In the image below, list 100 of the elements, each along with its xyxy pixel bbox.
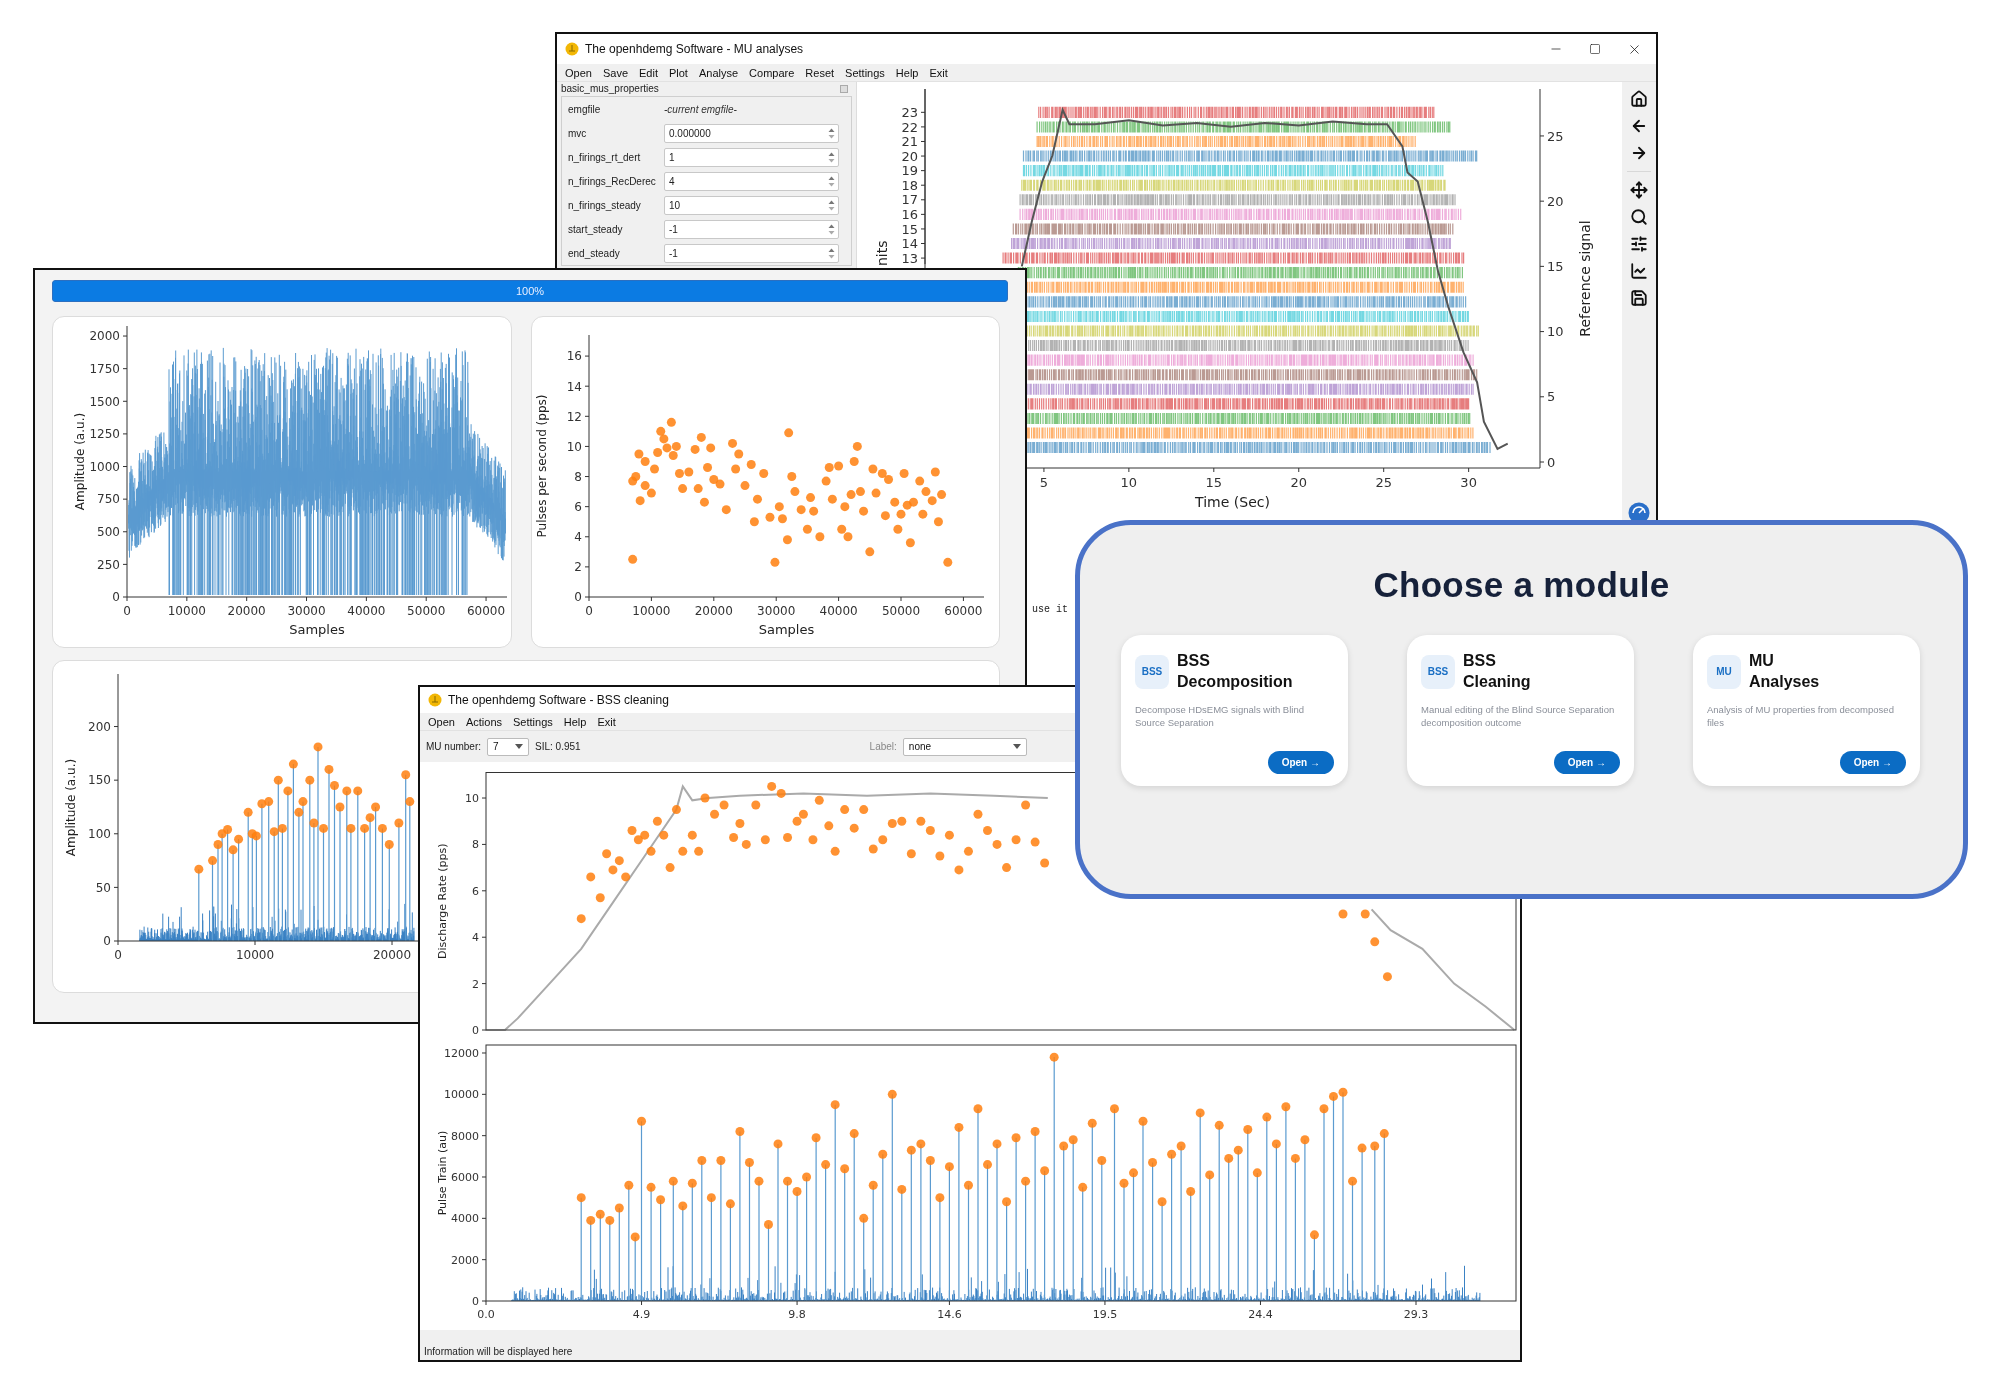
tick-label: 10000 [167, 604, 206, 618]
menu-item[interactable]: Settings [845, 66, 885, 79]
tick-label: 40000 [347, 604, 386, 618]
open-button[interactable]: Open → [1267, 751, 1334, 774]
spin-box[interactable]: 0.000000 [664, 123, 839, 143]
field-label: Label: [869, 741, 897, 752]
spin-box[interactable]: -1 [664, 243, 839, 263]
window-title: The openhdemg Software - MU analyses [585, 42, 804, 56]
tick-label: 22 [901, 119, 918, 135]
console-text: use it [1032, 604, 1068, 615]
axis-title: Amplitude (a.u.) [72, 412, 87, 511]
menu-item[interactable]: Exit [597, 715, 616, 728]
tick-label: 14.6 [937, 1308, 962, 1321]
field-label: mvc [568, 127, 588, 139]
label-dropdown[interactable]: none [902, 737, 1027, 756]
menu-item[interactable]: Analyse [698, 66, 739, 79]
tick-label: 2 [574, 560, 582, 575]
tick-label: 5 [1039, 475, 1049, 490]
tick-label: 10 [1120, 475, 1138, 490]
menu-item[interactable]: Settings [513, 715, 553, 728]
menu-item[interactable]: Help [895, 66, 919, 79]
field-label: n_firings_rt_dert [568, 151, 642, 163]
window-title: The openhdemg Software - BSS cleaning [448, 693, 669, 707]
tick-label: 29.3 [1403, 1308, 1429, 1321]
tick-label: 13 [901, 250, 918, 266]
tick-label: 4000 [451, 1212, 479, 1226]
axis-title: Pulse Train (au) [436, 1130, 450, 1216]
tick-label: 15 [901, 221, 918, 237]
menu-item[interactable]: Actions [465, 715, 502, 728]
tick-label: 30 [1460, 475, 1477, 490]
panel-title: basic_mus_properties [561, 83, 659, 94]
spin-box[interactable]: 4 [664, 171, 839, 191]
tick-label: 10000 [632, 604, 671, 618]
menu-item[interactable]: Reset [805, 66, 835, 79]
menu-item[interactable]: Plot [668, 66, 688, 79]
card-title: BSS Cleaning [1463, 651, 1531, 692]
open-button[interactable]: Open → [1553, 751, 1620, 774]
tick-label: 0 [472, 1294, 479, 1308]
card-title: BSS Decomposition [1177, 651, 1293, 692]
field-value: -current emgfile- [664, 103, 738, 115]
tick-label: 6 [472, 884, 479, 898]
tick-label: 0 [1547, 454, 1556, 470]
status-text: Information will be displayed here [424, 1346, 573, 1357]
module-badge: BSS [1135, 654, 1169, 689]
tick-label: 10 [566, 439, 582, 454]
tick-label: 4 [574, 530, 582, 545]
menu-item[interactable]: Edit [639, 66, 658, 79]
tick-label: 16 [566, 349, 582, 364]
tick-label: 8 [472, 838, 479, 852]
tick-label: 21 [901, 134, 918, 150]
tick-label: 20000 [227, 604, 266, 618]
tick-label: 1250 [89, 427, 120, 442]
mu-number-dropdown[interactable]: 7 [487, 737, 529, 756]
axis-title: Samples [289, 622, 345, 638]
tick-label: 20 [1290, 475, 1308, 490]
menu-item[interactable]: Save [602, 66, 628, 79]
tick-label: 150 [88, 773, 111, 788]
field-label: end_steady [568, 247, 621, 259]
card-description: Manual editing of the Blind Source Separation decomposition outcome [1421, 702, 1616, 731]
tick-label: 20000 [372, 948, 412, 962]
menu-item[interactable]: Exit [929, 66, 948, 79]
sil-value: SIL: 0.951 [535, 741, 581, 752]
card-title: MU Analyses [1749, 651, 1820, 692]
tick-label: 0.0 [477, 1308, 495, 1321]
field-label: emgfile [568, 103, 602, 115]
tick-label: 23 [901, 105, 918, 120]
tick-label: 1750 [89, 362, 120, 376]
menu-item[interactable]: Open [565, 66, 592, 79]
tick-label: 50 [95, 880, 111, 895]
tick-label: 10 [465, 792, 479, 805]
field-label: MU number: [426, 741, 481, 752]
tick-label: 0 [574, 590, 582, 605]
tick-label: 0 [112, 590, 120, 605]
spin-box[interactable]: 1 [664, 147, 839, 167]
tick-label: 2000 [89, 329, 120, 344]
tick-label: 30000 [757, 604, 796, 618]
menu-item[interactable]: Open [428, 715, 455, 728]
spin-box[interactable]: 10 [664, 195, 839, 215]
tick-label: 0 [472, 1023, 479, 1034]
tick-label: 10000 [235, 948, 275, 962]
tick-label: 20 [1547, 193, 1564, 209]
field-label: start_steady [568, 223, 624, 235]
axis-title: Amplitude (a.u.) [63, 758, 78, 857]
axis-title: Time (Sec) [1195, 494, 1270, 511]
tick-label: 4 [472, 931, 479, 945]
tick-label: 10000 [444, 1088, 479, 1102]
open-button[interactable]: Open → [1839, 751, 1906, 774]
tick-label: 25 [1375, 475, 1392, 490]
tick-label: 1000 [89, 459, 120, 474]
tick-label: 500 [97, 525, 120, 540]
tick-label: 100 [88, 827, 111, 842]
tick-label: 8000 [451, 1129, 479, 1143]
tick-label: 17 [901, 192, 918, 208]
tick-label: 2000 [451, 1253, 479, 1267]
tick-label: 12 [566, 409, 582, 424]
menu-item[interactable]: Compare [749, 66, 795, 79]
spin-box[interactable]: -1 [664, 219, 839, 239]
progress-label: 100% [515, 285, 545, 297]
menu-item[interactable]: Help [563, 715, 587, 728]
tick-label: 6 [574, 500, 582, 514]
